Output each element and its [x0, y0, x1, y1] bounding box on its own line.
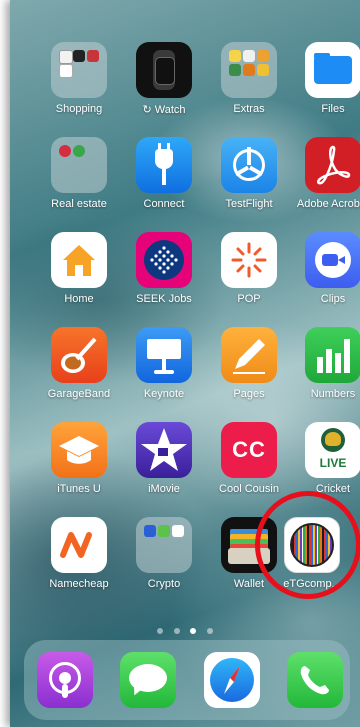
app-label: Extras — [233, 103, 265, 115]
page-indicator[interactable] — [10, 621, 360, 639]
app-label: SEEK Jobs — [136, 293, 192, 305]
app-label: Pages — [233, 388, 265, 400]
dock-app-safari[interactable] — [204, 652, 260, 708]
app-label: Crypto — [147, 578, 181, 590]
namecheap-n-icon — [51, 517, 107, 573]
app-label: TestFlight — [225, 198, 273, 210]
app-real-estate[interactable]: Real estate — [37, 137, 121, 210]
app-label: Namecheap — [49, 578, 109, 590]
numbers-bars-icon — [305, 327, 360, 383]
imovie-star-icon — [136, 422, 192, 478]
app-crypto[interactable]: Crypto — [122, 517, 206, 590]
app-numbers[interactable]: Numbers — [291, 327, 360, 400]
app-label: GarageBand — [47, 388, 111, 400]
app-label: Cool Cousin — [219, 483, 279, 495]
app-label: Connect — [143, 198, 185, 210]
app-files[interactable]: Files — [291, 42, 360, 115]
watch-icon — [136, 42, 192, 98]
page-dot-active — [190, 628, 197, 634]
app-namecheap[interactable]: Namecheap — [37, 517, 121, 590]
crypto-folder-icon — [136, 517, 192, 573]
app-cool-cousin[interactable]: CC Cool Cousin — [207, 422, 291, 495]
home-screen: Shopping ↻ Watch Extras Files Real estat… — [10, 0, 360, 727]
dock — [24, 640, 350, 720]
app-imovie[interactable]: iMovie — [122, 422, 206, 495]
app-label: ↻ Watch — [142, 104, 186, 116]
app-watch[interactable]: ↻ Watch — [122, 42, 206, 116]
dock-app-podcasts[interactable] — [37, 652, 93, 708]
cool-cousin-cc-icon: CC — [221, 422, 277, 478]
safari-compass-icon — [204, 652, 260, 708]
clips-camera-icon — [305, 232, 360, 288]
app-shopping[interactable]: Shopping — [37, 42, 121, 115]
pages-pen-icon — [221, 327, 277, 383]
keynote-podium-icon — [136, 327, 192, 383]
acrobat-icon — [305, 137, 360, 193]
app-label: iMovie — [148, 483, 180, 495]
app-label: Home — [64, 293, 94, 305]
app-testflight[interactable]: TestFlight — [207, 137, 291, 210]
app-pages[interactable]: Pages — [207, 327, 291, 400]
app-label: POP — [237, 293, 261, 305]
app-adobe-acrobat[interactable]: Adobe Acrobat — [291, 137, 360, 210]
app-label: Numbers — [310, 388, 356, 400]
graduation-cap-icon — [51, 422, 107, 478]
app-keynote[interactable]: Keynote — [122, 327, 206, 400]
app-seek-jobs[interactable]: SEEK Jobs — [122, 232, 206, 305]
app-cricket[interactable]: LIVE Cricket — [291, 422, 360, 495]
app-label: Adobe Acrobat — [296, 198, 360, 210]
app-label: Clips — [320, 293, 346, 305]
page-dot — [173, 628, 180, 634]
app-pop[interactable]: POP — [207, 232, 291, 305]
app-label: iTunes U — [57, 483, 101, 495]
extras-folder-icon — [221, 42, 277, 98]
app-garageband[interactable]: GarageBand — [37, 327, 121, 400]
app-clips[interactable]: Clips — [291, 232, 360, 305]
app-home[interactable]: Home — [37, 232, 121, 305]
messages-bubble-icon — [120, 652, 176, 708]
cc-text: CC — [232, 437, 266, 462]
seek-icon — [136, 232, 192, 288]
podcasts-icon — [37, 652, 93, 708]
app-itunes-u[interactable]: iTunes U — [37, 422, 121, 495]
connect-plug-icon — [136, 137, 192, 193]
highlight-circle — [255, 491, 360, 599]
app-connect[interactable]: Connect — [122, 137, 206, 210]
page-dot — [206, 628, 213, 634]
guitar-icon — [51, 327, 107, 383]
files-icon — [305, 42, 360, 98]
live-text: LIVE — [319, 456, 347, 470]
home-icon — [51, 232, 107, 288]
dock-app-phone[interactable] — [287, 652, 343, 708]
phone-handset-icon — [287, 652, 343, 708]
dock-app-messages[interactable] — [120, 652, 176, 708]
app-label: Files — [321, 103, 345, 115]
app-label-text: Watch — [154, 104, 186, 116]
page-dot — [157, 628, 164, 634]
real-estate-folder-icon — [51, 137, 107, 193]
app-label: Keynote — [143, 388, 185, 400]
app-extras[interactable]: Extras — [207, 42, 291, 115]
app-label: Real estate — [51, 198, 107, 210]
pop-sun-icon — [221, 232, 277, 288]
cricket-australia-icon: LIVE — [305, 422, 360, 478]
shopping-folder-icon — [51, 42, 107, 98]
testflight-propeller-icon — [221, 137, 277, 193]
app-label: Shopping — [55, 103, 103, 115]
